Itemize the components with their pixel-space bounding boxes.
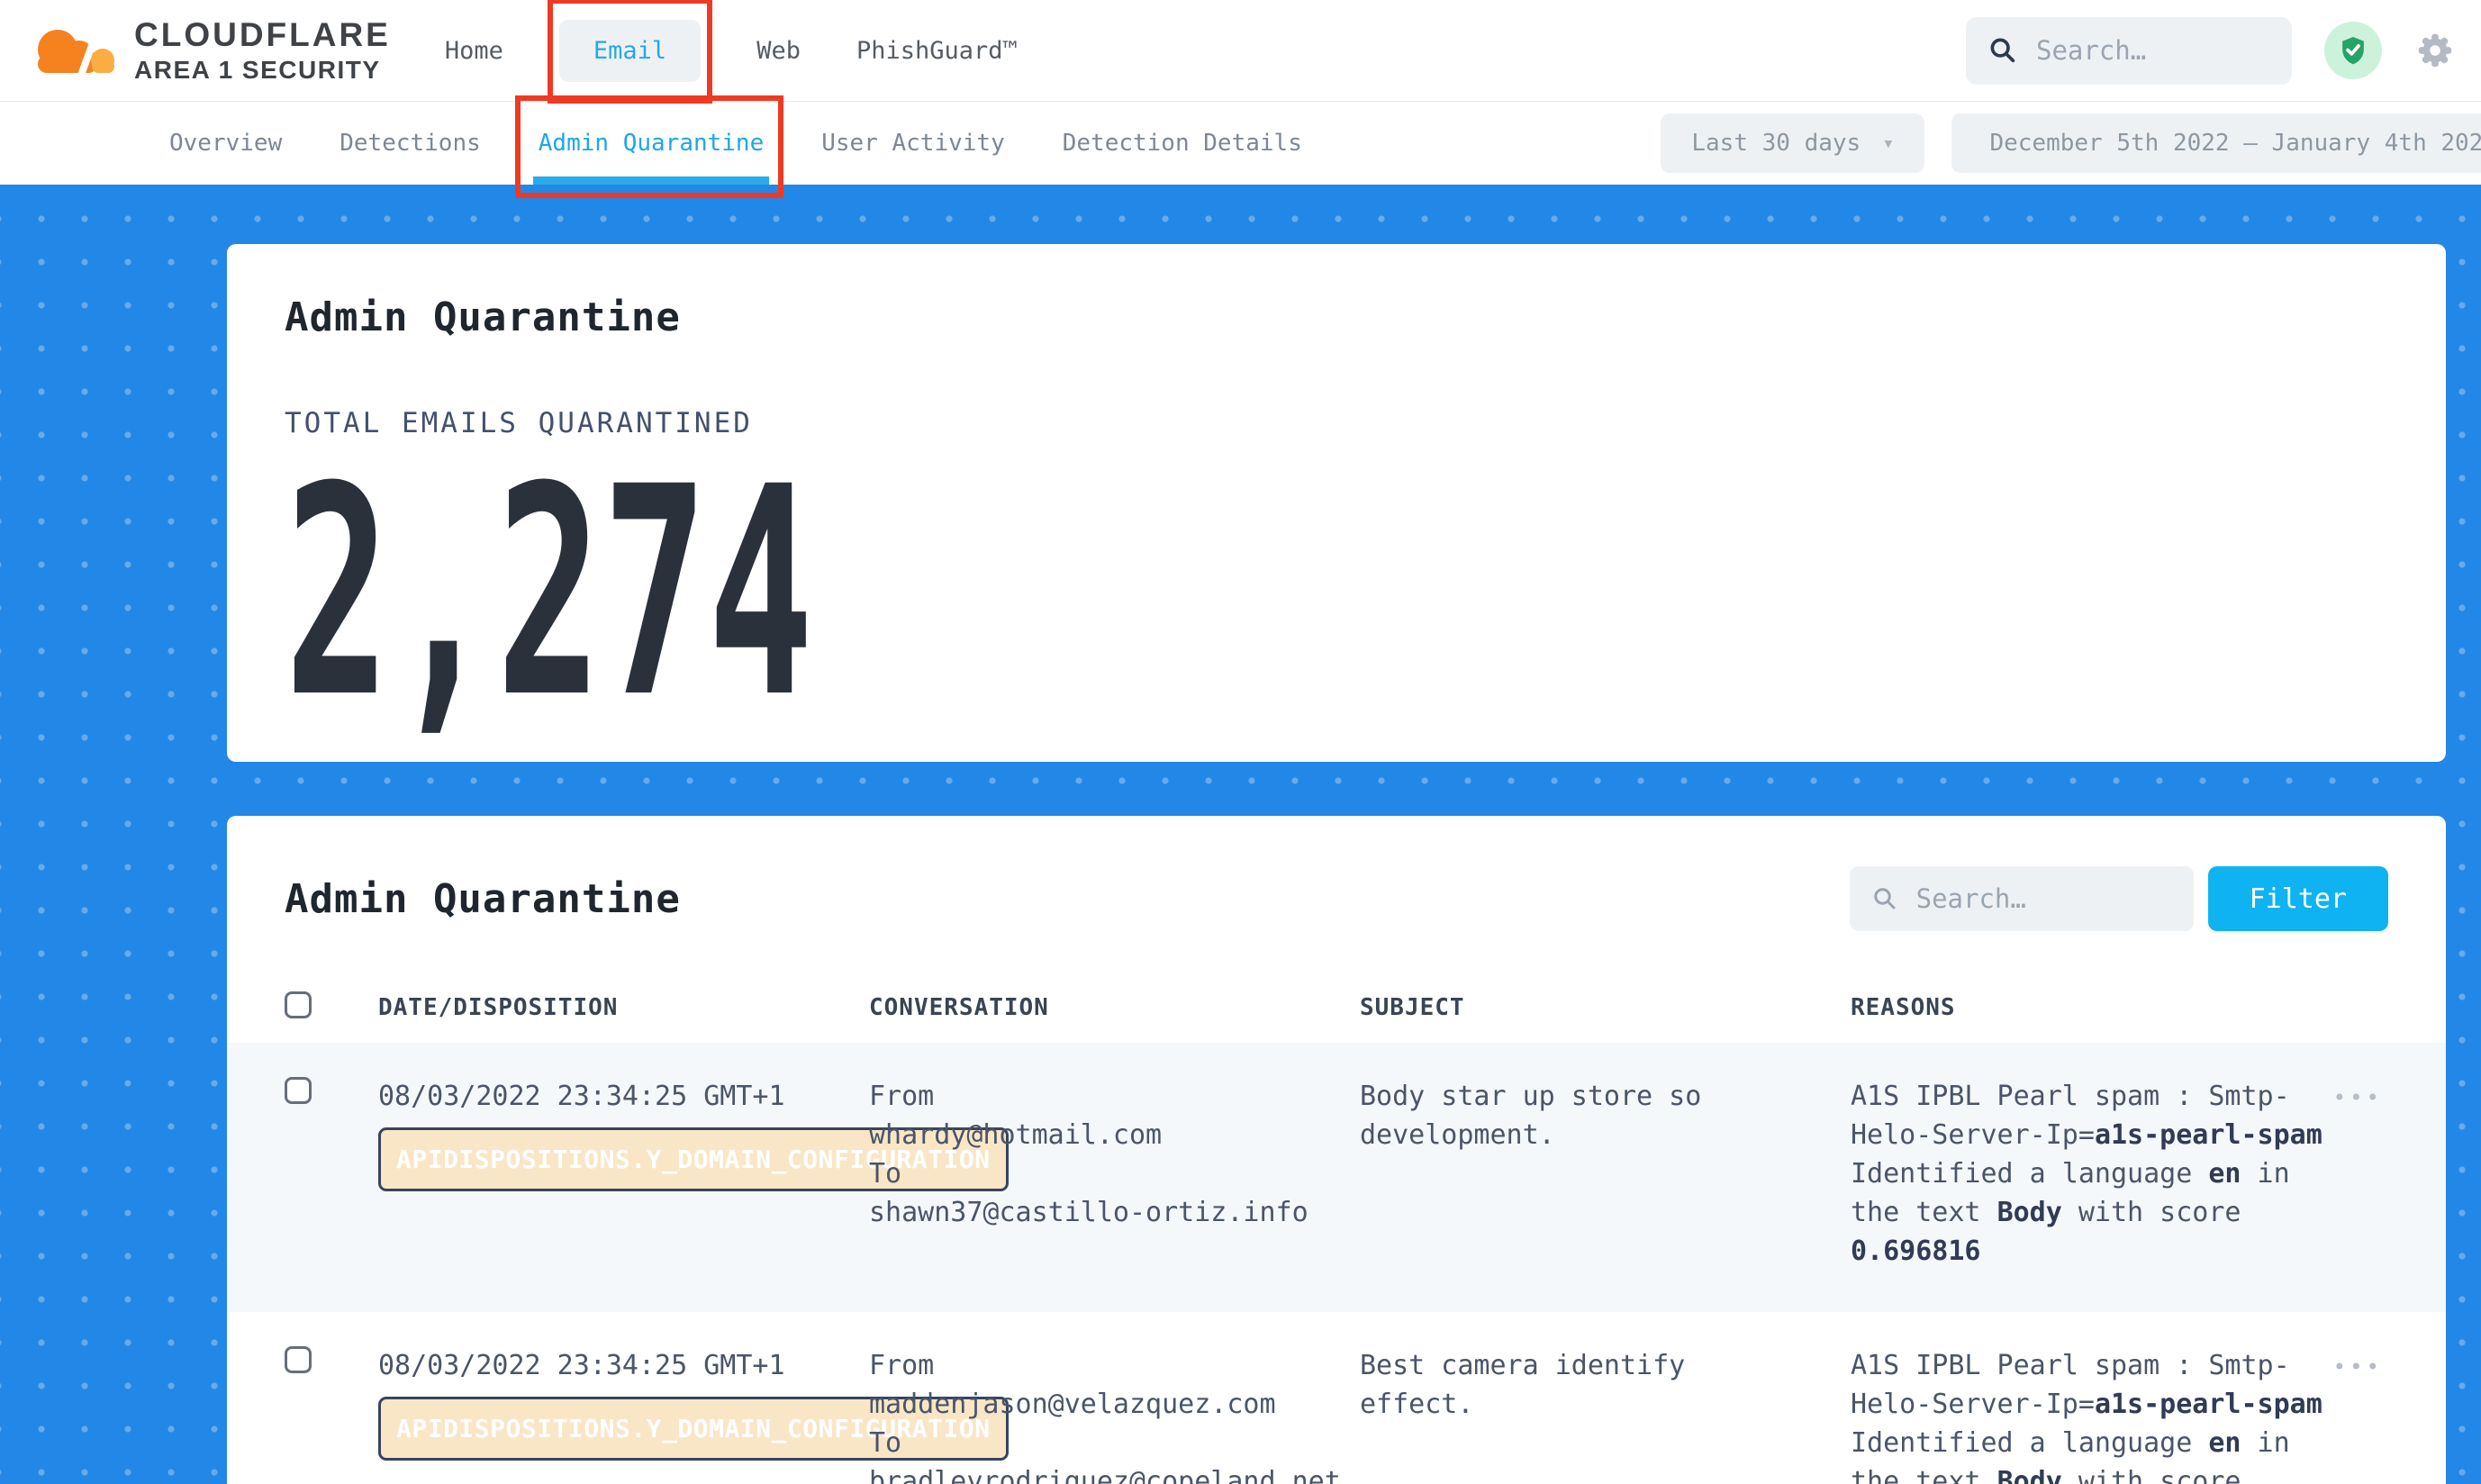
from-address: whardy@hotmail.com [869, 1116, 1360, 1154]
range-dropdown-label: Last 30 days [1691, 130, 1861, 157]
search-icon [1871, 885, 1898, 912]
cell-date-disposition: 08/03/2022 23:34:25 GMT+1 APIDISPOSITION… [378, 1346, 869, 1385]
secondary-nav: Overview Detections Admin Quarantine Use… [0, 102, 2481, 185]
row-date: 08/03/2022 23:34:25 GMT+1 [378, 1077, 869, 1116]
nav-email[interactable]: Email [559, 20, 701, 82]
search-icon [1988, 35, 2018, 66]
row-date: 08/03/2022 23:34:25 GMT+1 [378, 1346, 869, 1385]
tab-detections[interactable]: Detections [340, 130, 481, 157]
total-quarantined-value: 2,274 [285, 461, 1568, 726]
col-reasons: REASONS [1851, 994, 2301, 1021]
row-checkbox[interactable] [285, 1346, 312, 1373]
brand-name: CLOUDFLARE [134, 16, 391, 54]
tab-user-activity[interactable]: User Activity [821, 130, 1005, 157]
page-background: Admin Quarantine TOTAL EMAILS QUARANTINE… [0, 185, 2481, 1484]
summary-card-title: Admin Quarantine [285, 294, 2388, 340]
global-search-input[interactable] [2036, 35, 2252, 66]
nav-web[interactable]: Web [756, 37, 801, 65]
from-address: maddenjason@velazquez.com [869, 1385, 1360, 1424]
nav-email-label: Email [593, 37, 666, 65]
nav-home[interactable]: Home [445, 37, 503, 65]
table-search-input[interactable] [1916, 883, 2132, 914]
col-subject: SUBJECT [1360, 994, 1851, 1021]
quarantine-table-card: Admin Quarantine Filter DATE/DISPOSITION… [227, 816, 2446, 1484]
cell-conversation: From maddenjason@velazquez.com To bradle… [869, 1346, 1360, 1484]
cell-actions: ••• [2301, 1346, 2388, 1387]
cell-date-disposition: 08/03/2022 23:34:25 GMT+1 APIDISPOSITION… [378, 1077, 869, 1116]
table-card-actions: Filter [1850, 866, 2388, 931]
cell-reasons: A1S IPBL Pearl spam : Smtp- Helo-Server-… [1851, 1077, 2301, 1271]
tab-admin-quarantine[interactable]: Admin Quarantine [539, 130, 764, 157]
top-header: CLOUDFLARE AREA 1 SECURITY Home Email We… [0, 0, 2481, 102]
range-dropdown[interactable]: Last 30 days ▾ [1661, 113, 1924, 173]
to-label: To [869, 1424, 1360, 1462]
tab-admin-quarantine-label: Admin Quarantine [539, 130, 764, 157]
from-label: From [869, 1346, 1360, 1385]
to-address: shawn37@castillo-ortiz.info [869, 1193, 1360, 1232]
brand-subtitle: AREA 1 SECURITY [134, 56, 391, 85]
cell-subject: Best camera identify effect. [1360, 1346, 1851, 1424]
date-controls: Last 30 days ▾ December 5th 2022 — Janua… [1661, 113, 2481, 173]
gear-icon[interactable] [2414, 30, 2456, 71]
table-row[interactable]: 08/03/2022 23:34:25 GMT+1 APIDISPOSITION… [227, 1312, 2446, 1484]
select-all-checkbox[interactable] [285, 991, 312, 1018]
table-row[interactable]: 08/03/2022 23:34:25 GMT+1 APIDISPOSITION… [227, 1043, 2446, 1312]
cloudflare-logo: CLOUDFLARE AREA 1 SECURITY [27, 16, 391, 85]
filter-button[interactable]: Filter [2208, 866, 2388, 931]
global-search[interactable] [1966, 17, 2292, 85]
caret-down-icon: ▾ [1882, 132, 1894, 155]
cell-conversation: From whardy@hotmail.com To shawn37@casti… [869, 1077, 1360, 1232]
table-card-title: Admin Quarantine [285, 876, 681, 922]
row-menu-ellipsis-icon[interactable]: ••• [2333, 1085, 2383, 1110]
header-actions [1966, 17, 2456, 85]
row-menu-ellipsis-icon[interactable]: ••• [2333, 1354, 2383, 1380]
nav-phishguard[interactable]: PhishGuard™ [856, 37, 1018, 65]
cell-subject: Body star up store so development. [1360, 1077, 1851, 1154]
tab-detection-details[interactable]: Detection Details [1063, 130, 1302, 157]
cloudflare-cloud-icon [27, 17, 122, 84]
to-address: bradleyrodriguez@copeland.net [869, 1462, 1360, 1484]
table-search[interactable] [1850, 866, 2194, 931]
cell-reasons: A1S IPBL Pearl spam : Smtp- Helo-Server-… [1851, 1346, 2301, 1484]
from-label: From [869, 1077, 1360, 1116]
cell-actions: ••• [2301, 1077, 2388, 1118]
col-date-disposition: DATE/DISPOSITION [378, 994, 869, 1021]
date-range-button[interactable]: December 5th 2022 — January 4th 2023 [1951, 113, 2481, 173]
table-header-row: DATE/DISPOSITION CONVERSATION SUBJECT RE… [285, 973, 2388, 1043]
security-status-badge[interactable] [2324, 22, 2382, 79]
summary-card: Admin Quarantine TOTAL EMAILS QUARANTINE… [227, 244, 2446, 762]
row-checkbox[interactable] [285, 1077, 312, 1104]
table-card-header: Admin Quarantine Filter [285, 866, 2388, 931]
shield-check-icon [2336, 33, 2370, 68]
tab-overview[interactable]: Overview [169, 130, 282, 157]
col-conversation: CONVERSATION [869, 994, 1360, 1021]
primary-nav: Home Email Web PhishGuard™ [445, 20, 1018, 82]
to-label: To [869, 1154, 1360, 1193]
